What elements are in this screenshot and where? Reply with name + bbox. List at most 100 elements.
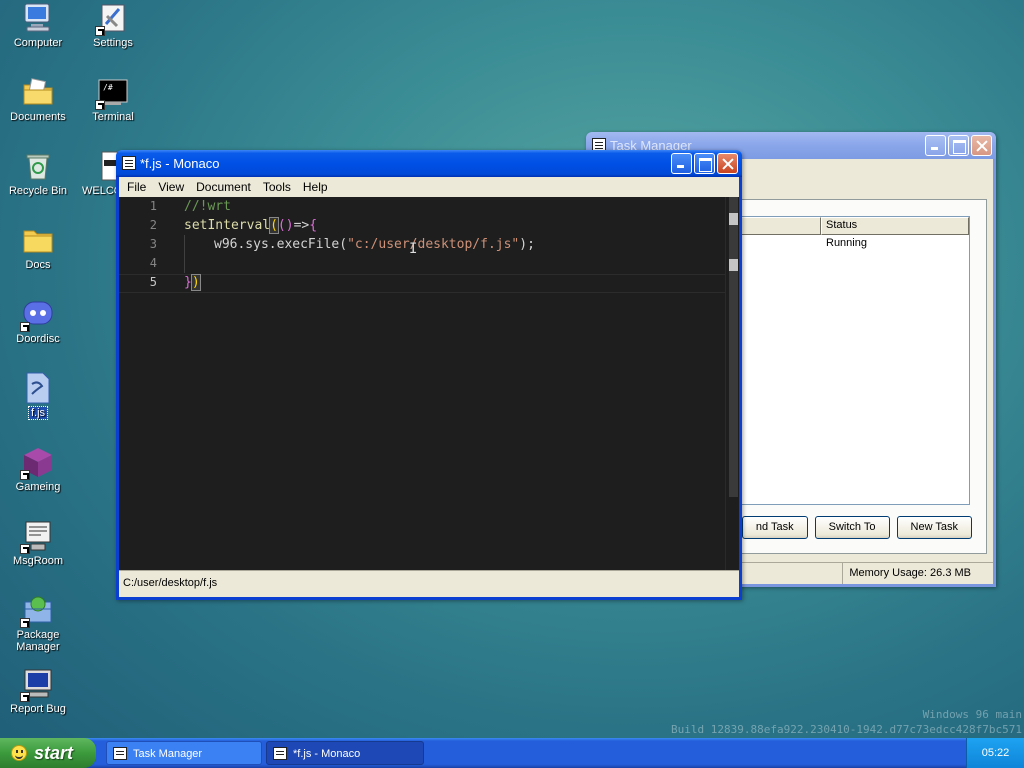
code-line-1: //!wrt — [184, 197, 231, 216]
code-bracket: { — [309, 218, 318, 233]
desktop-icon-recycle-bin[interactable]: Recycle Bin — [0, 150, 76, 197]
code-line-2: setInterval(()=>{ — [184, 216, 317, 235]
shortcut-arrow-icon — [20, 692, 30, 702]
maximize-button[interactable] — [694, 153, 715, 174]
code-line-5: }) — [184, 273, 201, 292]
desktop-icon-gameing[interactable]: Gameing — [0, 446, 76, 493]
smiley-logo-icon — [11, 745, 27, 761]
desktop-icon-label: Recycle Bin — [8, 185, 68, 197]
line-number: 1 — [149, 199, 157, 213]
desktop-icon-label: Terminal — [92, 111, 134, 123]
minimize-button[interactable] — [925, 135, 946, 156]
desktop-icon-label: Package Manager — [16, 629, 60, 653]
minimize-button[interactable] — [671, 153, 692, 174]
taskbar-item-task-manager[interactable]: Task Manager — [106, 741, 262, 765]
code-comment: //!wrt — [184, 199, 231, 214]
shortcut-arrow-icon — [95, 100, 105, 110]
desktop-icon-label: MsgRoom — [12, 555, 64, 567]
desktop-icon-doordisc[interactable]: Doordisc — [0, 298, 76, 345]
desktop-icon-label: Documents — [10, 111, 66, 123]
window-icon — [273, 747, 287, 760]
desktop-icon-welcome[interactable]: WELCO — [75, 150, 117, 197]
menu-file[interactable]: File — [121, 180, 152, 194]
desktop-icon-docs[interactable]: Docs — [0, 224, 76, 271]
memory-usage: Memory Usage: 26.3 MB — [842, 563, 993, 584]
js-file-icon — [22, 372, 54, 404]
desktop-icon-documents[interactable]: Documents — [0, 76, 76, 123]
doordisc-icon — [20, 298, 54, 332]
shortcut-arrow-icon — [20, 544, 30, 554]
scrollbar-thumb[interactable] — [729, 197, 738, 497]
code-editor[interactable]: 1 2 3 4 5 //!wrt setInterval(()=>{ w96.s… — [119, 197, 739, 570]
shortcut-arrow-icon — [20, 470, 30, 480]
menu-document[interactable]: Document — [190, 180, 257, 194]
task-status-cell: Running — [826, 237, 867, 249]
menu-tools[interactable]: Tools — [257, 180, 297, 194]
taskbar-item-monaco[interactable]: *f.js - Monaco — [266, 741, 424, 765]
recycle-bin-icon — [22, 150, 54, 182]
folder-icon — [22, 224, 54, 256]
code-bracket: } — [184, 275, 192, 290]
documents-folder-icon — [22, 76, 54, 108]
build-watermark-line2: Build 12839.88efa922.230410-1942.d77c73e… — [671, 723, 1022, 736]
build-watermark-line1: Windows 96 main — [922, 708, 1022, 721]
file-path-statusbar: C:/user/desktop/f.js — [119, 570, 739, 597]
desktop-icon-label: Docs — [25, 259, 51, 271]
code-call-close: ); — [519, 237, 535, 252]
desktop-icon-terminal[interactable]: /# Terminal — [75, 76, 151, 123]
desktop-icon-computer[interactable]: Computer — [0, 2, 76, 49]
terminal-icon: /# — [95, 76, 129, 110]
system-tray[interactable]: 05:22 — [966, 738, 1024, 768]
desktop-icon-msgroom[interactable]: MsgRoom — [0, 520, 76, 567]
switch-to-button[interactable]: Switch To — [814, 516, 890, 539]
code-string: "c:/user/desktop/f.js" — [347, 237, 520, 252]
desktop-icon-report-bug[interactable]: Report Bug — [0, 668, 76, 715]
maximize-button[interactable] — [948, 135, 969, 156]
code-function-name: setInterval — [184, 218, 271, 233]
start-label: start — [34, 743, 74, 763]
scrollbar-marker — [729, 213, 738, 225]
code-area[interactable]: //!wrt setInterval(()=>{ w96.sys.execFil… — [184, 197, 725, 570]
taskbar: start Task Manager *f.js - Monaco 05:22 — [0, 738, 1024, 768]
desktop-icon-label: Report Bug — [10, 703, 66, 715]
end-task-button[interactable]: nd Task — [741, 516, 808, 539]
welcome-doc-icon — [100, 150, 117, 182]
code-bracket: ) — [190, 274, 201, 291]
monaco-window-icon — [122, 156, 136, 170]
desktop-icon-label: Gameing — [15, 481, 61, 493]
new-task-button[interactable]: New Task — [896, 516, 972, 539]
editor-scrollbar[interactable] — [725, 197, 739, 570]
close-button[interactable] — [971, 135, 992, 156]
game-cube-icon — [20, 446, 54, 480]
column-header-status[interactable]: Status — [821, 217, 969, 235]
desktop-icon-fjs[interactable]: f.js — [0, 372, 76, 420]
file-path: C:/user/desktop/f.js — [123, 577, 218, 589]
desktop-icon-settings[interactable]: Settings — [75, 2, 151, 49]
text-cursor-icon: I — [409, 241, 418, 257]
monaco-titlebar[interactable]: *f.js - Monaco — [116, 150, 742, 177]
code-call: w96.sys.execFile( — [214, 237, 348, 252]
shortcut-arrow-icon — [20, 618, 30, 628]
scrollbar-marker — [729, 259, 738, 271]
code-bracket: () — [277, 218, 294, 233]
taskbar-item-label: Task Manager — [133, 748, 203, 760]
start-button[interactable]: start — [0, 738, 96, 768]
close-button[interactable] — [717, 153, 738, 174]
line-number: 4 — [149, 256, 157, 270]
desktop-icon-label: f.js — [27, 406, 49, 420]
clock: 05:22 — [981, 747, 1010, 759]
computer-icon — [22, 2, 54, 34]
desktop-icon-label: Settings — [93, 37, 133, 49]
code-bracket: ( — [269, 217, 279, 234]
line-number: 3 — [149, 237, 157, 251]
report-bug-icon — [20, 668, 54, 702]
settings-icon — [95, 2, 129, 36]
monaco-title: *f.js - Monaco — [140, 156, 220, 171]
menu-view[interactable]: View — [152, 180, 190, 194]
monaco-window[interactable]: *f.js - Monaco File View Document Tools … — [116, 150, 742, 600]
menubar: File View Document Tools Help — [119, 177, 739, 197]
shortcut-arrow-icon — [95, 26, 105, 36]
menu-help[interactable]: Help — [297, 180, 334, 194]
desktop-icon-package-manager[interactable]: Package Manager — [0, 594, 76, 653]
svg-text:/#: /# — [103, 83, 113, 92]
